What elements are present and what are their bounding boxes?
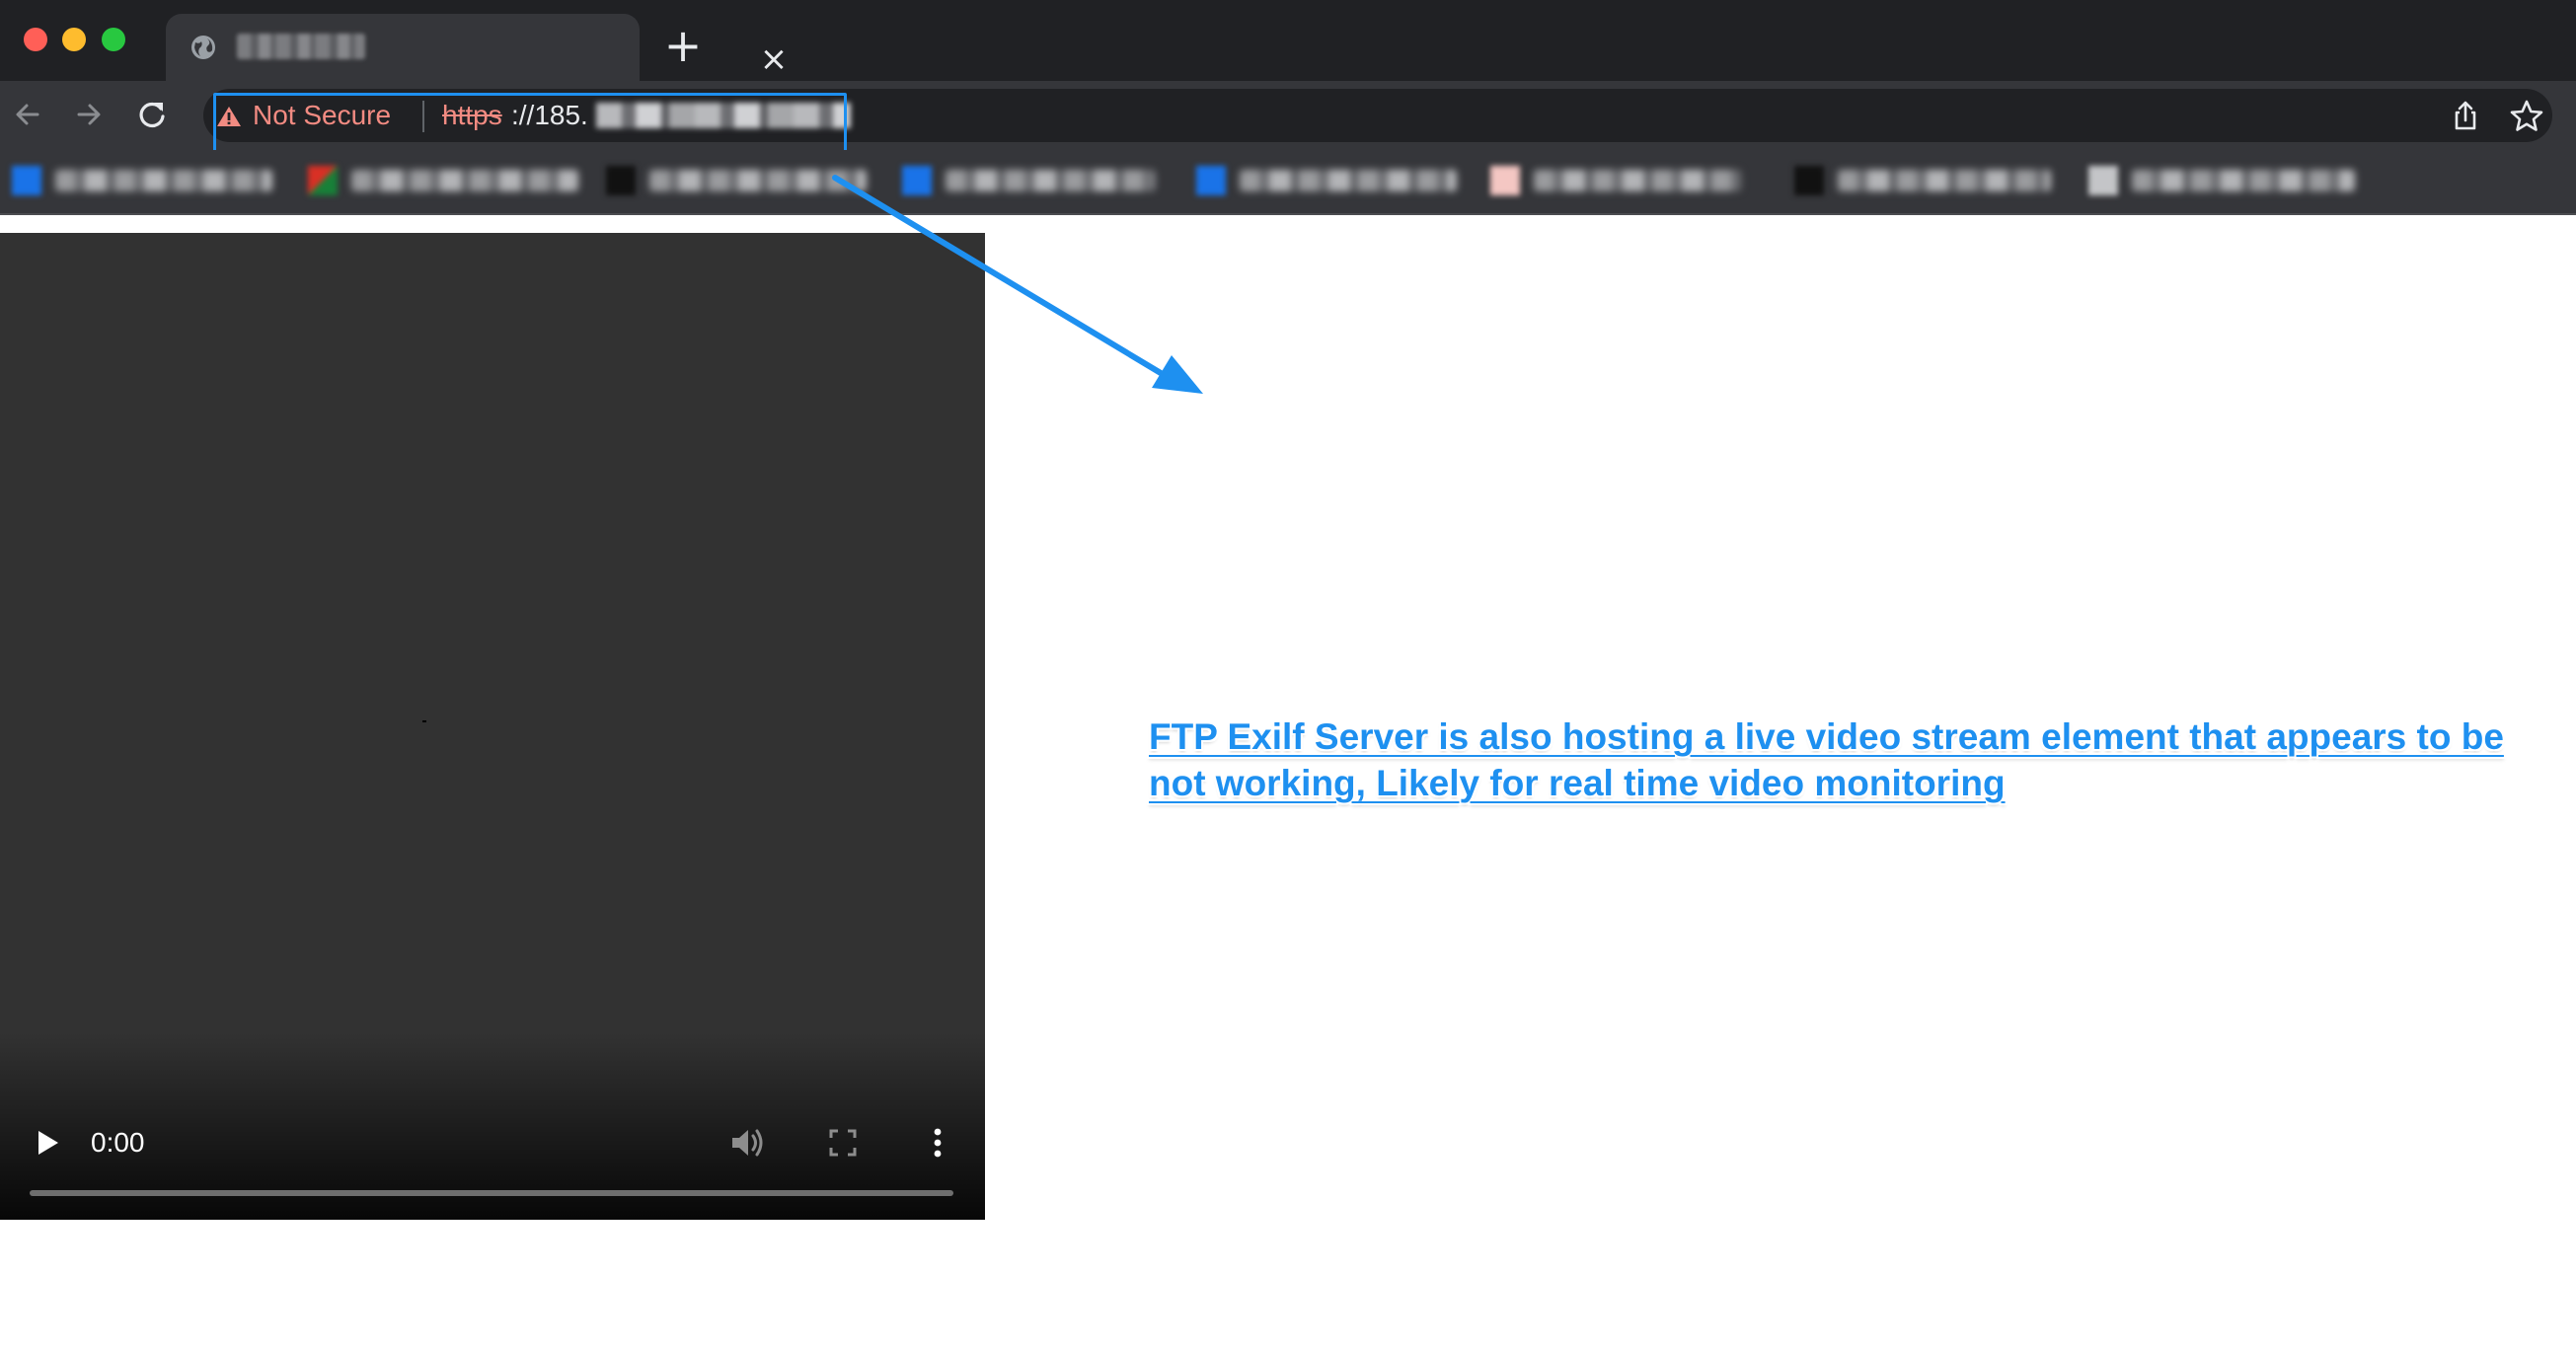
bookmark-favicon bbox=[2088, 166, 2118, 195]
tab-strip: × + bbox=[0, 0, 2576, 81]
globe-icon bbox=[191, 36, 215, 59]
volume-icon[interactable] bbox=[728, 1125, 766, 1161]
new-tab-icon[interactable]: + bbox=[661, 23, 705, 68]
bookmark-item[interactable] bbox=[1490, 164, 1757, 199]
tab-title-redacted bbox=[237, 34, 365, 59]
bookmark-favicon bbox=[308, 166, 338, 195]
close-icon[interactable]: × bbox=[756, 41, 792, 77]
address-highlight-box bbox=[213, 93, 847, 156]
bookmark-label-redacted bbox=[351, 170, 578, 191]
bookmark-label-redacted bbox=[55, 170, 272, 191]
bookmark-item[interactable] bbox=[606, 164, 872, 199]
more-vertical-icon[interactable] bbox=[926, 1125, 949, 1161]
bookmark-item[interactable] bbox=[1794, 164, 2061, 199]
page-content: 0:00 FTP Exilf Server is also hosting a … bbox=[0, 215, 2576, 1350]
play-icon[interactable] bbox=[32, 1127, 63, 1159]
star-icon[interactable] bbox=[2507, 97, 2546, 136]
active-tab[interactable]: × bbox=[166, 14, 788, 81]
bookmark-favicon bbox=[1794, 166, 1824, 195]
video-progress-bar[interactable] bbox=[30, 1190, 953, 1196]
bookmark-label-redacted bbox=[946, 170, 1155, 191]
annotation-text: FTP Exilf Server is also hosting a live … bbox=[1149, 716, 2504, 803]
share-icon[interactable] bbox=[2446, 97, 2485, 136]
forward-arrow-icon[interactable] bbox=[69, 95, 109, 134]
bookmark-item[interactable] bbox=[308, 164, 584, 199]
bookmark-item[interactable] bbox=[1196, 164, 1463, 199]
bookmark-favicon bbox=[606, 166, 636, 195]
bookmark-label-redacted bbox=[1838, 170, 2051, 191]
fullscreen-icon[interactable] bbox=[827, 1127, 859, 1159]
bookmark-label-redacted bbox=[649, 170, 867, 191]
close-window-button[interactable] bbox=[24, 28, 47, 51]
bookmark-item[interactable] bbox=[2088, 164, 2365, 199]
zoom-window-button[interactable] bbox=[102, 28, 125, 51]
bookmark-favicon bbox=[902, 166, 932, 195]
bookmark-favicon bbox=[1490, 166, 1520, 195]
minimize-window-button[interactable] bbox=[62, 28, 86, 51]
back-arrow-icon[interactable] bbox=[8, 95, 47, 134]
reload-icon[interactable] bbox=[132, 95, 172, 134]
bookmark-item[interactable] bbox=[902, 164, 1169, 199]
bookmark-label-redacted bbox=[1534, 170, 1741, 191]
bookmark-favicon bbox=[1196, 166, 1226, 195]
video-artifact bbox=[422, 720, 426, 722]
bookmarks-bar bbox=[0, 150, 2576, 215]
video-time: 0:00 bbox=[91, 1127, 145, 1158]
bookmark-item[interactable] bbox=[12, 164, 278, 199]
video-player[interactable]: 0:00 bbox=[0, 233, 985, 1220]
bookmark-label-redacted bbox=[1240, 170, 1457, 191]
bookmark-favicon bbox=[12, 166, 41, 195]
bookmark-label-redacted bbox=[2132, 170, 2355, 191]
